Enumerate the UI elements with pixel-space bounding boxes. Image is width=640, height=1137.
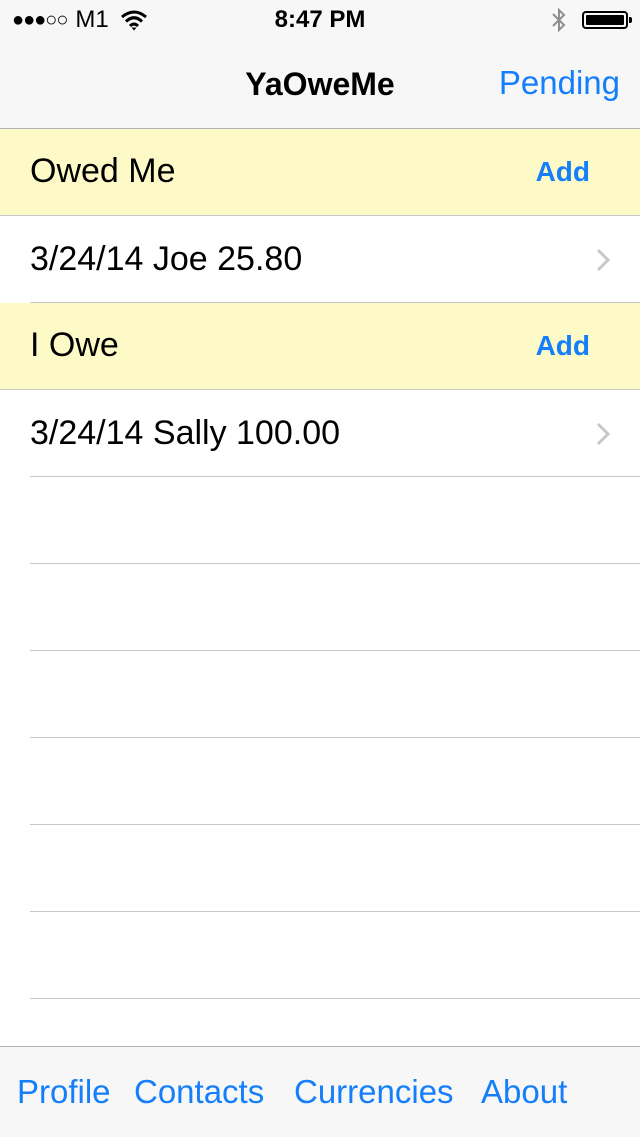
toolbar-contacts-button[interactable]: Contacts [134,1073,264,1111]
battery-tip [629,17,632,23]
list-item-text: 3/24/14 Sally 100.00 [30,414,341,452]
pending-button[interactable]: Pending [499,64,620,102]
section-title: Owed Me [30,152,176,190]
status-time: 8:47 PM [274,6,366,33]
battery-icon [582,11,632,29]
empty-row [0,477,640,564]
empty-row [0,651,640,738]
empty-row [0,738,640,825]
bottom-toolbar: Profile Contacts Currencies About [0,1046,640,1137]
section-header-owed-me: Owed Me Add [0,129,640,216]
battery-fill [586,15,624,25]
section-title: I Owe [30,326,119,364]
chevron-right-icon [596,248,610,272]
toolbar-profile-button[interactable]: Profile [17,1073,111,1111]
status-bar: ●●●○○ M1 8:47 PM [0,0,640,40]
status-right [550,6,632,34]
toolbar-currencies-button[interactable]: Currencies [294,1073,454,1111]
section-header-i-owe: I Owe Add [0,303,640,390]
bluetooth-icon [552,7,566,33]
list-item[interactable]: 3/24/14 Sally 100.00 [0,390,640,477]
chevron-right-icon [596,422,610,446]
list-item[interactable]: 3/24/14 Joe 25.80 [0,216,640,303]
empty-row [0,564,640,651]
toolbar-about-button[interactable]: About [481,1073,567,1111]
debts-table: Owed Me Add 3/24/14 Joe 25.80 I Owe Add … [0,129,640,999]
add-owed-me-button[interactable]: Add [536,156,590,188]
navigation-bar: YaOweMe Pending [0,40,640,129]
empty-row [0,912,640,999]
list-item-text: 3/24/14 Joe 25.80 [30,240,303,278]
add-i-owe-button[interactable]: Add [536,330,590,362]
empty-row [0,825,640,912]
